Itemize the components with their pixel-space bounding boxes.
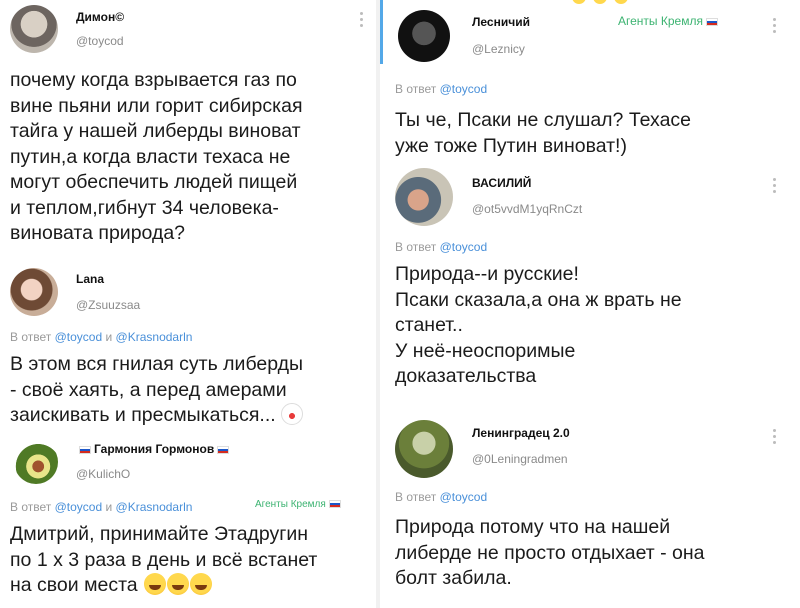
rofl-emoji-icon xyxy=(144,573,167,595)
comment-text: Природа потому что на нашей либерде не п… xyxy=(395,516,705,589)
user-handle[interactable]: @0Leningradmen xyxy=(472,452,568,466)
user-handle[interactable]: @ot5vvdM1yqRnCzt xyxy=(472,202,582,216)
reply-to-line: В ответ @toycod xyxy=(395,240,487,254)
reply-prefix: В ответ xyxy=(395,240,437,254)
reply-prefix: В ответ xyxy=(395,82,437,96)
russia-flag-icon xyxy=(328,500,341,509)
reply-prefix: В ответ xyxy=(395,490,437,504)
user-handle[interactable]: @Zsuuzsaa xyxy=(76,298,140,312)
comment-text: В этом вся гнилая суть либерды - своё ха… xyxy=(10,352,370,429)
comment-text: почему когда взрывается газ по вине пьян… xyxy=(10,69,303,244)
avatar[interactable] xyxy=(10,5,58,53)
reply-prefix: В ответ xyxy=(10,330,52,344)
user-handle[interactable]: @KulichO xyxy=(76,467,130,481)
agent-badge: Агенты Кремля xyxy=(618,14,721,28)
comment-text: Природа--и русские! Псаки сказала,а она … xyxy=(395,263,682,387)
avatar[interactable] xyxy=(398,10,450,62)
reply-conjunction: и xyxy=(105,330,113,344)
clown-emoji-icon xyxy=(281,403,304,425)
russia-flag-icon xyxy=(705,17,718,26)
mention-link[interactable]: @toycod xyxy=(440,82,488,96)
username[interactable]: Димон© xyxy=(76,10,124,24)
russia-flag-icon xyxy=(217,445,230,454)
comment-text-content: В этом вся гнилая суть либерды - своё ха… xyxy=(10,353,304,426)
reply-to-line: В ответ @toycod и @Krasnodarln xyxy=(10,330,192,344)
avatar[interactable] xyxy=(14,440,58,484)
comment-text: Дмитрий, принимайте Этадругин по 1 х 3 р… xyxy=(10,522,375,599)
mention-link[interactable]: @toycod xyxy=(55,330,103,344)
mention-link[interactable]: @toycod xyxy=(55,500,103,514)
user-handle[interactable]: @Leznicy xyxy=(472,42,525,56)
mention-link[interactable]: @Krasnodarln xyxy=(116,330,193,344)
username: Гармония Гормонов xyxy=(94,442,215,456)
agent-badge: Агенты Кремля xyxy=(255,499,344,510)
reply-to-line: В ответ @toycod xyxy=(395,82,487,96)
mention-link[interactable]: @Krasnodarln xyxy=(116,500,193,514)
username-with-flags[interactable]: Гармония Гормонов xyxy=(76,442,232,456)
mention-link[interactable]: @toycod xyxy=(440,490,488,504)
reply-to-line: В ответ @toycod xyxy=(395,490,487,504)
left-column: Димон© @toycod почему когда взрывается г… xyxy=(0,0,375,608)
reply-to-line: В ответ @toycod и @Krasnodarln xyxy=(10,500,192,514)
more-options-icon[interactable] xyxy=(773,178,777,196)
more-options-icon[interactable] xyxy=(360,12,364,30)
avatar[interactable] xyxy=(395,420,453,478)
avatar[interactable] xyxy=(395,168,453,226)
agent-badge-text: Агенты Кремля xyxy=(618,14,703,28)
username[interactable]: Lana xyxy=(76,272,104,286)
reply-prefix: В ответ xyxy=(10,500,52,514)
russia-flag-icon xyxy=(79,445,91,454)
comment-text: Ты че, Псаки не слушал? Техасе уже тоже … xyxy=(395,109,692,157)
more-options-icon[interactable] xyxy=(773,429,777,447)
reply-conjunction: и xyxy=(105,500,113,514)
username[interactable]: Ленинградец 2.0 xyxy=(472,426,570,440)
agent-badge-text: Агенты Кремля xyxy=(255,499,326,510)
username[interactable]: ВАСИЛИЙ xyxy=(472,176,531,190)
right-column: Лесничий @Leznicy Агенты Кремля В ответ … xyxy=(380,0,800,608)
avatar[interactable] xyxy=(10,268,58,316)
rofl-emoji-icon xyxy=(167,573,190,595)
more-options-icon[interactable] xyxy=(773,18,777,36)
mention-link[interactable]: @toycod xyxy=(440,240,488,254)
user-handle[interactable]: @toycod xyxy=(76,34,124,48)
rofl-emoji-icon xyxy=(190,573,213,595)
username[interactable]: Лесничий xyxy=(472,15,530,29)
